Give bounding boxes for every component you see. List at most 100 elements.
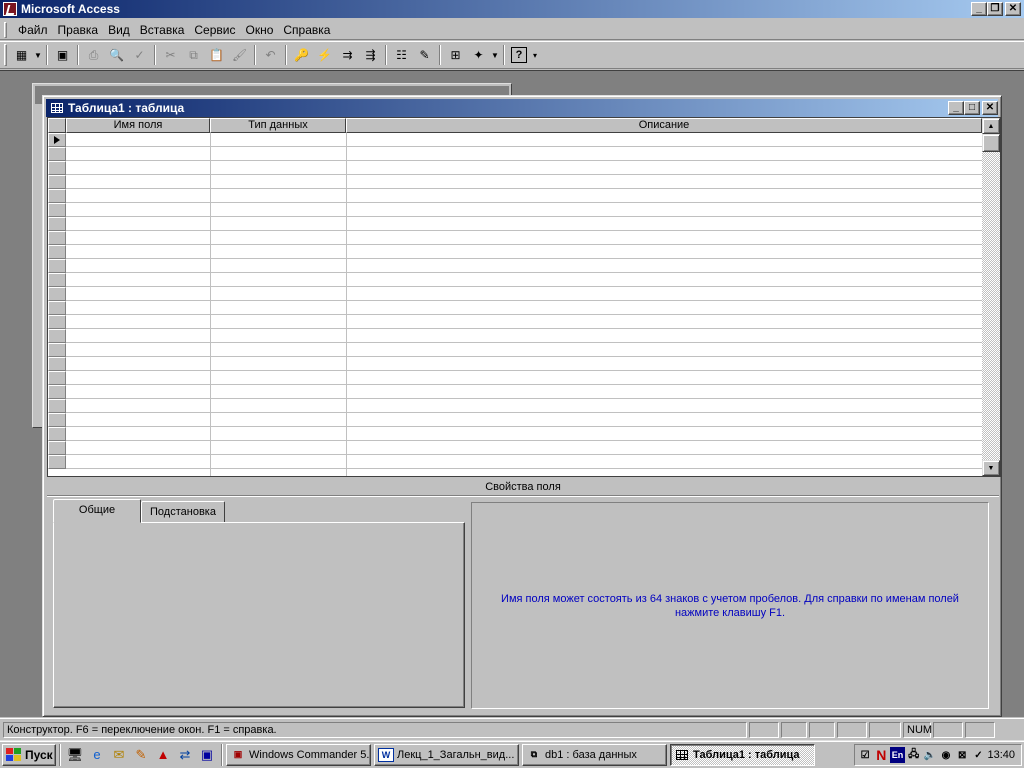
start-button[interactable]: Пуск xyxy=(2,743,56,766)
volume-icon[interactable]: 🔈 xyxy=(923,747,937,763)
scheduler-icon[interactable]: ⊠ xyxy=(955,747,969,763)
new-object-dropdown-icon[interactable]: ▼ xyxy=(490,44,500,66)
outlook-express-icon[interactable]: ✉ xyxy=(108,744,130,766)
grid-rows[interactable] xyxy=(66,133,982,476)
field-grid[interactable]: Имя поля Тип данных Описание ▲ ▼ xyxy=(47,117,1001,477)
properties-icon[interactable]: ☷ xyxy=(390,44,413,66)
floppy-icon[interactable]: ▣ xyxy=(196,744,218,766)
row-selector[interactable] xyxy=(48,287,66,301)
app-title-bar[interactable]: Microsoft Access _ ❐ ✕ xyxy=(0,0,1024,18)
network-icon[interactable]: 🖧 xyxy=(907,747,921,763)
row-selector[interactable] xyxy=(48,399,66,413)
row-selector[interactable] xyxy=(48,385,66,399)
scroll-thumb[interactable] xyxy=(982,134,1000,152)
row-selector[interactable] xyxy=(48,301,66,315)
row-selector[interactable] xyxy=(48,343,66,357)
row-selector[interactable] xyxy=(48,231,66,245)
acrobat-icon[interactable]: ▲ xyxy=(152,744,174,766)
table-window-title-bar[interactable]: Таблица1 : таблица _ □ ✕ xyxy=(46,99,998,117)
preview-icon[interactable]: 🔍 xyxy=(105,44,128,66)
quick-launch-icon[interactable]: ✎ xyxy=(130,744,152,766)
view-dropdown-icon[interactable]: ▼ xyxy=(33,44,43,66)
language-indicator[interactable]: En xyxy=(890,747,905,763)
row-selector[interactable] xyxy=(48,175,66,189)
column-header-data-type[interactable]: Тип данных xyxy=(210,118,346,133)
task-windows-commander[interactable]: ▣ Windows Commander 5... xyxy=(226,743,371,766)
view-icon[interactable]: ▦ xyxy=(10,44,33,66)
row-selector[interactable] xyxy=(48,161,66,175)
minimize-button[interactable]: _ xyxy=(971,2,987,16)
access-key-icon[interactable] xyxy=(3,2,17,16)
row-selector[interactable] xyxy=(48,315,66,329)
status-panel xyxy=(809,721,835,738)
database-window-icon[interactable]: ⊞ xyxy=(444,44,467,66)
task-table[interactable]: Таблица1 : таблица xyxy=(670,743,815,766)
row-selector[interactable] xyxy=(48,273,66,287)
field-hint-text: Имя поля может состоять из 64 знаков с у… xyxy=(471,502,989,709)
row-selector[interactable] xyxy=(48,455,66,469)
row-selector[interactable] xyxy=(48,245,66,259)
row-selector[interactable] xyxy=(48,217,66,231)
grid-vertical-scrollbar[interactable]: ▲ ▼ xyxy=(982,118,1000,476)
clock[interactable]: 13:40 xyxy=(988,749,1016,761)
menu-window[interactable]: Окно xyxy=(240,21,278,39)
spelling-icon[interactable]: ✓ xyxy=(128,44,151,66)
status-bar: Конструктор. F6 = переключение окон. F1 … xyxy=(0,718,1024,740)
toolbar-separator xyxy=(503,45,505,65)
menu-edit[interactable]: Правка xyxy=(53,21,104,39)
print-icon[interactable]: ⎙ xyxy=(82,44,105,66)
new-object-icon[interactable]: ✦ xyxy=(467,44,490,66)
norton-icon[interactable]: N xyxy=(874,747,888,763)
menu-tools[interactable]: Сервис xyxy=(189,21,240,39)
table-close-button[interactable]: ✕ xyxy=(982,101,998,115)
paste-icon[interactable]: 📋 xyxy=(205,44,228,66)
checkbox-icon[interactable]: ☑ xyxy=(858,747,872,763)
restore-button[interactable]: ❐ xyxy=(987,2,1003,16)
cut-icon[interactable]: ✂ xyxy=(159,44,182,66)
row-selector[interactable] xyxy=(48,427,66,441)
table-restore-button[interactable]: □ xyxy=(964,101,980,115)
table-minimize-button[interactable]: _ xyxy=(948,101,964,115)
antivirus-icon[interactable]: ◉ xyxy=(939,747,953,763)
menu-view[interactable]: Вид xyxy=(103,21,135,39)
send-icon[interactable]: ⇄ xyxy=(174,744,196,766)
tab-general[interactable]: Общие xyxy=(53,499,141,523)
close-button[interactable]: ✕ xyxy=(1005,2,1021,16)
insert-rows-icon[interactable]: ⇉ xyxy=(336,44,359,66)
row-selectors[interactable] xyxy=(48,133,66,476)
row-selector[interactable] xyxy=(48,357,66,371)
indexes-icon[interactable]: ⚡ xyxy=(313,44,336,66)
save-icon[interactable]: ▣ xyxy=(51,44,74,66)
build-icon[interactable]: ✎ xyxy=(413,44,436,66)
delete-rows-icon[interactable]: ⇶ xyxy=(359,44,382,66)
row-selector[interactable] xyxy=(48,259,66,273)
tools-icon[interactable]: ✓ xyxy=(971,747,985,763)
menu-insert[interactable]: Вставка xyxy=(135,21,190,39)
menu-file[interactable]: Файл xyxy=(13,21,53,39)
row-selector[interactable] xyxy=(48,147,66,161)
tab-lookup[interactable]: Подстановка xyxy=(141,501,225,523)
row-selector[interactable] xyxy=(48,203,66,217)
primary-key-icon[interactable]: 🔑 xyxy=(290,44,313,66)
show-desktop-icon[interactable]: 🖥 xyxy=(64,744,86,766)
format-painter-icon[interactable]: 🖌 xyxy=(228,44,251,66)
scroll-up-icon[interactable]: ▲ xyxy=(982,118,1000,134)
current-row-selector[interactable] xyxy=(48,133,66,147)
row-selector[interactable] xyxy=(48,329,66,343)
row-selector[interactable] xyxy=(48,189,66,203)
row-selector[interactable] xyxy=(48,413,66,427)
undo-icon[interactable]: ↶ xyxy=(259,44,282,66)
row-selector[interactable] xyxy=(48,371,66,385)
task-word-document[interactable]: W Лекц_1_Загальн_вид... xyxy=(374,743,519,766)
help-icon[interactable]: ? xyxy=(511,47,527,63)
grid-corner[interactable] xyxy=(48,118,66,133)
internet-explorer-icon[interactable]: e xyxy=(86,744,108,766)
row-selector[interactable] xyxy=(48,441,66,455)
toolbar-options-icon[interactable]: ▾ xyxy=(530,44,540,66)
column-header-field-name[interactable]: Имя поля xyxy=(66,118,210,133)
column-header-description[interactable]: Описание xyxy=(346,118,982,133)
menu-help[interactable]: Справка xyxy=(278,21,335,39)
scroll-down-icon[interactable]: ▼ xyxy=(982,460,1000,476)
task-database[interactable]: ⧉ db1 : база данных xyxy=(522,743,667,766)
copy-icon[interactable]: ⧉ xyxy=(182,44,205,66)
